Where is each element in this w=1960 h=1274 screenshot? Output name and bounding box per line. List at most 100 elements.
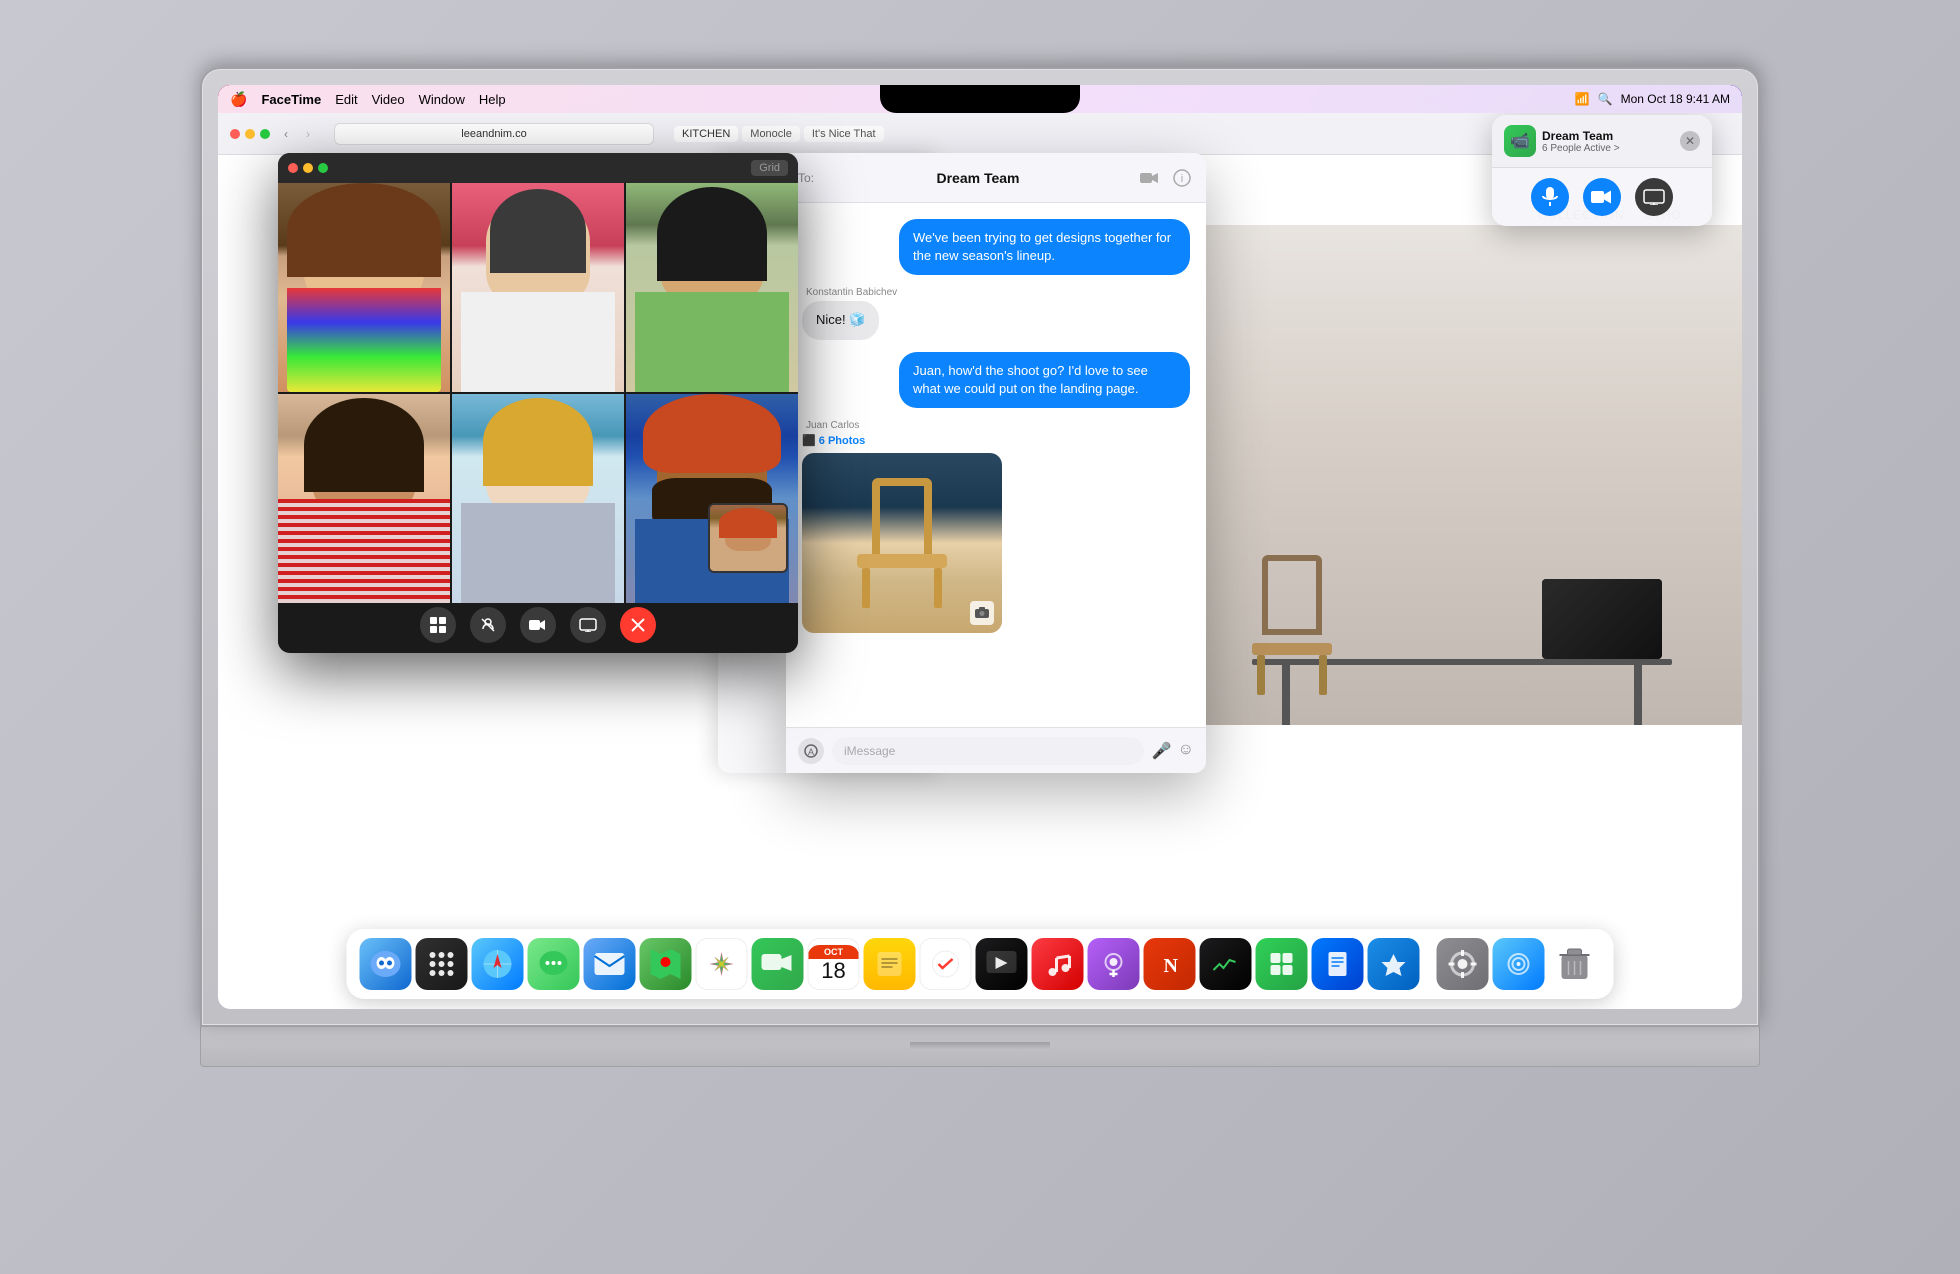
messages-header-icons: i xyxy=(1138,166,1194,190)
dock-messages[interactable] xyxy=(528,938,580,990)
messages-facetime-video-btn[interactable] xyxy=(1138,166,1162,190)
dock-reminders[interactable] xyxy=(920,938,972,990)
svg-text:i: i xyxy=(1181,173,1183,185)
facetime-participant-3 xyxy=(626,183,798,392)
menu-help[interactable]: Help xyxy=(479,92,506,107)
macbook-lid: 🍎 FaceTime Edit Video Window Help 📶 🔍 Mo… xyxy=(200,67,1760,1027)
facetime-close-btn[interactable] xyxy=(288,163,298,173)
messages-input-bar: A iMessage 🎤 ☺ xyxy=(786,727,1206,773)
messages-chat-header: To: Dream Team i xyxy=(786,153,1206,203)
message-sender-4: Juan Carlos xyxy=(802,420,859,431)
browser-url: leeandnim.co xyxy=(461,128,526,140)
message-bubble-3: Juan, how'd the shoot go? I'd love to se… xyxy=(802,352,1190,408)
svg-text:N: N xyxy=(1164,955,1179,977)
browser-close-btn[interactable] xyxy=(230,129,240,139)
messages-app-store-btn[interactable]: A xyxy=(798,738,824,764)
facetime-grid-label[interactable]: Grid xyxy=(751,160,788,176)
message-photo-grid[interactable] xyxy=(802,453,1002,633)
notch xyxy=(880,85,1080,113)
shareplay-mic-btn[interactable] xyxy=(1531,178,1569,216)
dock-system-preferences[interactable] xyxy=(1437,938,1489,990)
menu-video[interactable]: Video xyxy=(372,92,405,107)
shareplay-close-btn[interactable]: ✕ xyxy=(1680,131,1700,151)
facetime-grid-toggle-btn[interactable] xyxy=(420,607,456,643)
shareplay-app-icon: 📹 xyxy=(1504,125,1536,157)
browser-tab-nicehat[interactable]: It's Nice That xyxy=(804,126,884,142)
active-app-name[interactable]: FaceTime xyxy=(261,92,321,107)
messages-emoji-icon[interactable]: ☺ xyxy=(1178,741,1194,761)
browser-minimize-btn[interactable] xyxy=(245,129,255,139)
dock-facetime[interactable] xyxy=(752,938,804,990)
dock-photos[interactable] xyxy=(696,938,748,990)
dock-launchpad[interactable] xyxy=(416,938,468,990)
chair-seat xyxy=(857,554,947,568)
browser-tab-kitchen[interactable]: KITCHEN xyxy=(674,126,738,142)
facetime-mute-btn[interactable] xyxy=(470,607,506,643)
facetime-participant-4 xyxy=(278,394,450,603)
facetime-end-call-btn[interactable] xyxy=(620,607,656,643)
dock: OCT 18 xyxy=(347,929,1614,999)
dock-finder[interactable] xyxy=(360,938,412,990)
dock-calendar[interactable]: OCT 18 xyxy=(808,938,860,990)
messages-info-btn[interactable]: i xyxy=(1170,166,1194,190)
facetime-participant-5 xyxy=(452,394,624,603)
facetime-minimize-btn[interactable] xyxy=(303,163,313,173)
dock-stocks[interactable] xyxy=(1200,938,1252,990)
dock-pages[interactable] xyxy=(1312,938,1364,990)
facetime-controls-bar xyxy=(278,603,798,651)
chair xyxy=(1242,555,1342,695)
facetime-video-btn[interactable] xyxy=(520,607,556,643)
facetime-window-controls xyxy=(288,163,328,173)
dock-calendar-date: 18 xyxy=(808,959,860,983)
browser-tabs: KITCHEN Monocle It's Nice That xyxy=(674,126,884,142)
shareplay-video-btn[interactable] xyxy=(1583,178,1621,216)
facetime-maximize-btn[interactable] xyxy=(318,163,328,173)
dock-music[interactable] xyxy=(1032,938,1084,990)
macbook-hinge xyxy=(910,1042,1050,1050)
dock-notes[interactable] xyxy=(864,938,916,990)
chair-leg-right xyxy=(934,568,942,608)
facetime-participant-2 xyxy=(452,183,624,392)
facetime-titlebar: Grid xyxy=(278,153,798,183)
dock-safari[interactable] xyxy=(472,938,524,990)
apple-menu[interactable]: 🍎 xyxy=(230,91,247,108)
dock-maps[interactable] xyxy=(640,938,692,990)
message-bubble-2: Konstantin Babichev Nice! 🧊 xyxy=(802,287,1190,339)
shareplay-subtitle[interactable]: 6 People Active > xyxy=(1542,143,1620,154)
browser-address-bar[interactable]: leeandnim.co xyxy=(334,123,654,145)
photo-count-label: ⬛ 6 Photos xyxy=(802,434,865,447)
browser-back-icon[interactable]: ‹ xyxy=(284,127,288,141)
messages-recipient: Dream Team xyxy=(937,170,1020,186)
messages-audio-icon[interactable]: 🎤 xyxy=(1152,741,1172,761)
dock-numbers[interactable] xyxy=(1256,938,1308,990)
messages-to-label: To: xyxy=(798,171,814,185)
dock-divider xyxy=(1428,944,1429,984)
desk-leg-right xyxy=(1634,665,1642,725)
shareplay-screen-btn[interactable] xyxy=(1635,178,1673,216)
chair-illustration xyxy=(842,478,962,608)
dock-appstore[interactable] xyxy=(1368,938,1420,990)
browser-window-controls xyxy=(230,129,270,139)
dock-screensaver[interactable] xyxy=(1493,938,1545,990)
dock-podcasts[interactable] xyxy=(1088,938,1140,990)
messages-input-icons: 🎤 ☺ xyxy=(1152,741,1194,761)
browser-tab-monocle[interactable]: Monocle xyxy=(742,126,800,142)
menu-edit[interactable]: Edit xyxy=(335,92,357,107)
facetime-window: Grid xyxy=(278,153,798,653)
browser-maximize-btn[interactable] xyxy=(260,129,270,139)
browser-forward-icon[interactable]: › xyxy=(306,127,310,141)
messages-text-input[interactable]: iMessage xyxy=(832,737,1144,765)
dock-mail[interactable] xyxy=(584,938,636,990)
messages-chat-window: To: Dream Team i xyxy=(786,153,1206,773)
facetime-screen-share-btn[interactable] xyxy=(570,607,606,643)
search-icon[interactable]: 🔍 xyxy=(1598,92,1613,106)
dock-trash[interactable] xyxy=(1549,938,1601,990)
menubar-right: 📶 🔍 Mon Oct 18 9:41 AM xyxy=(1575,92,1730,106)
dock-news[interactable]: N xyxy=(1144,938,1196,990)
messages-chat-body: We've been trying to get designs togethe… xyxy=(786,203,1206,727)
message-text-1: We've been trying to get designs togethe… xyxy=(899,219,1190,275)
menu-window[interactable]: Window xyxy=(419,92,465,107)
shareplay-header: 📹 Dream Team 6 People Active > ✕ xyxy=(1492,115,1712,168)
menu-clock: Mon Oct 18 9:41 AM xyxy=(1621,92,1730,106)
dock-tv[interactable] xyxy=(976,938,1028,990)
